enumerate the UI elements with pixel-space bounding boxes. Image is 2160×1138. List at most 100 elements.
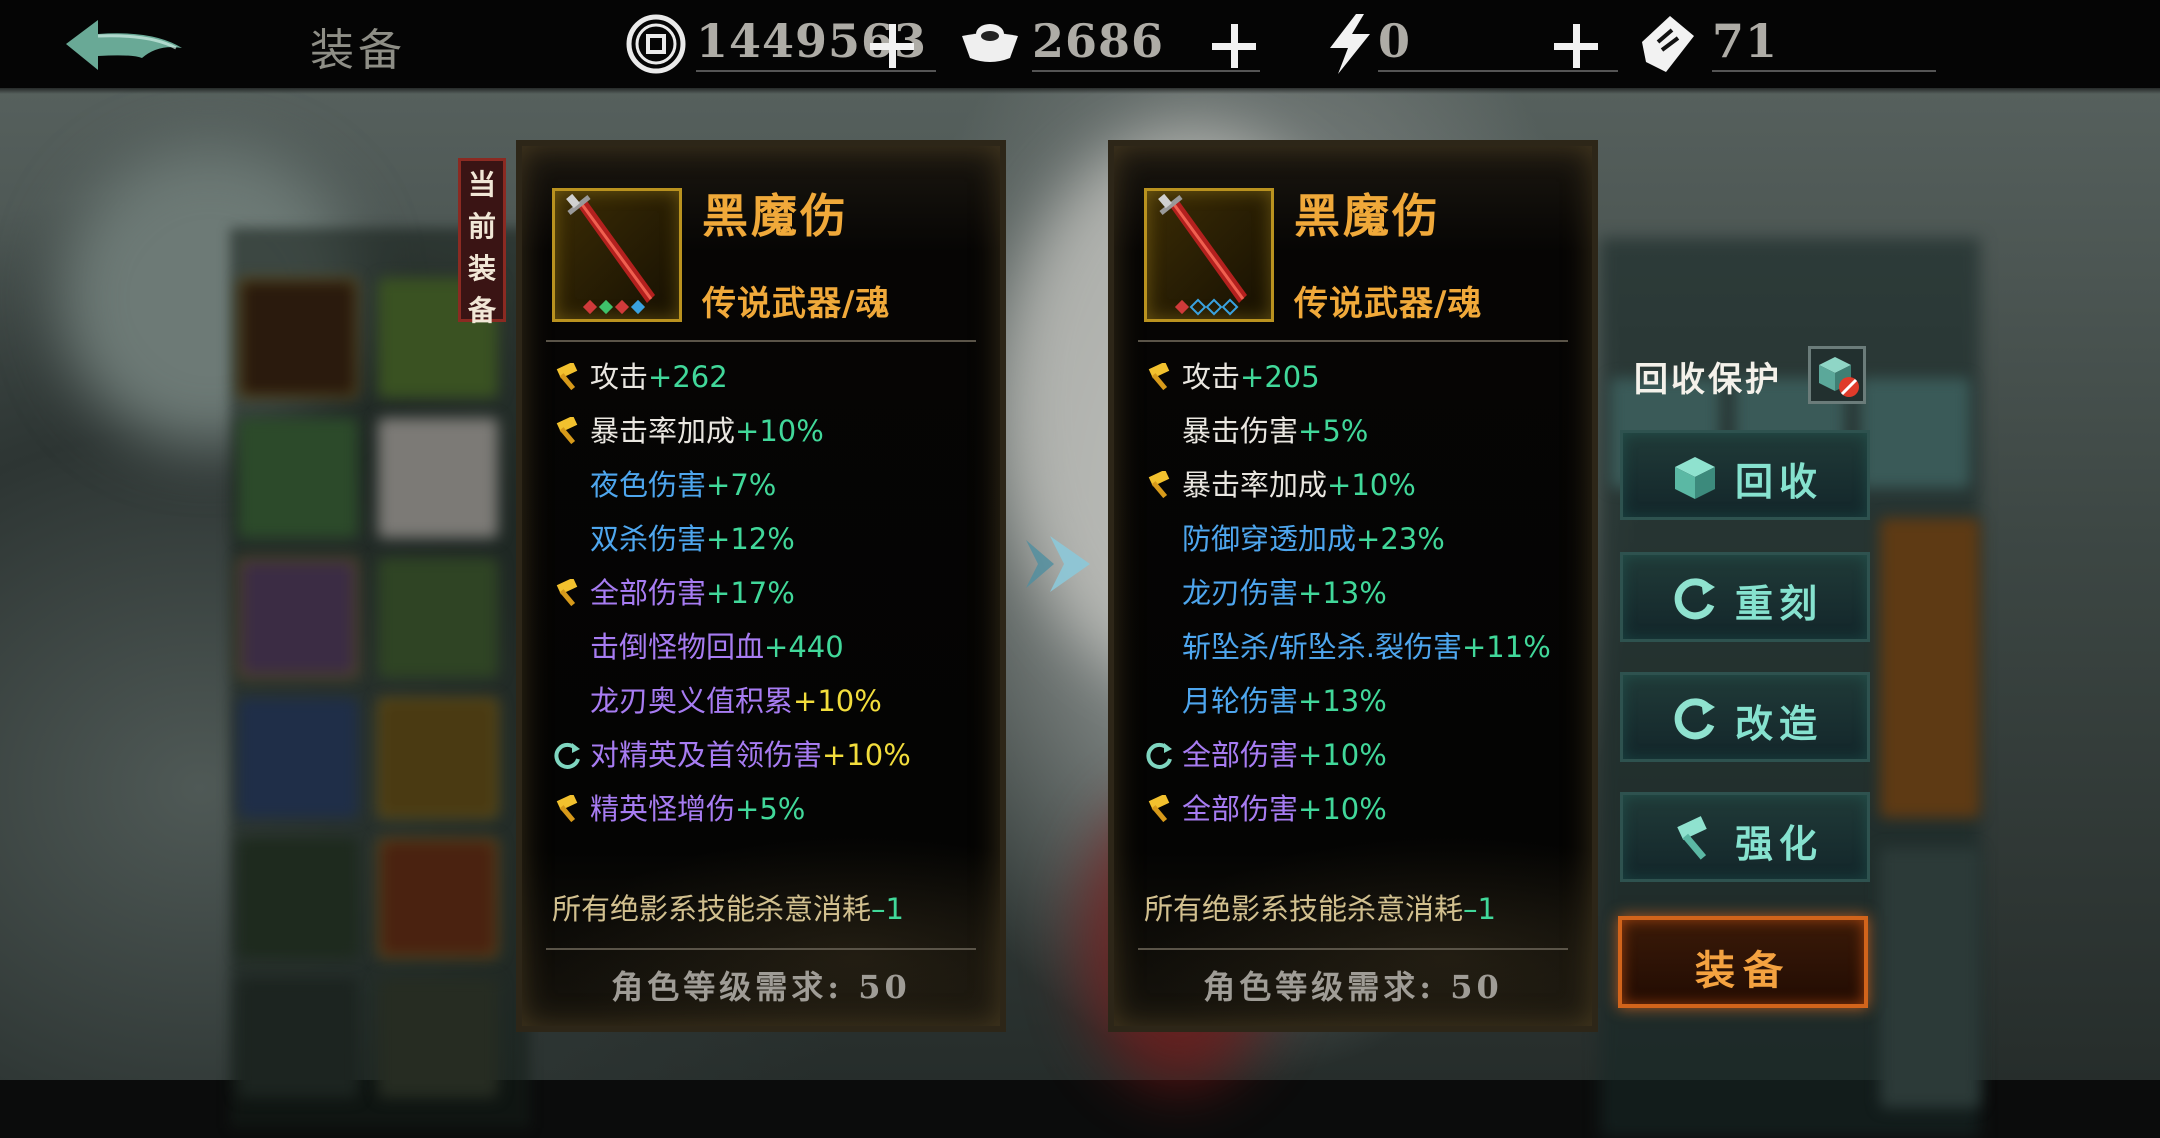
recycle-button[interactable]: 回收	[1620, 430, 1870, 520]
inventory-slot	[1880, 518, 1980, 818]
sword-icon	[1158, 193, 1247, 316]
divider	[546, 340, 976, 342]
refresh-icon	[554, 742, 580, 769]
top-bar: 装备 1449563 2686 0 71	[0, 0, 2160, 94]
stat-value: +10%	[1298, 792, 1387, 826]
stat-value: +10%	[1327, 468, 1416, 502]
stat-row: 对精英及首领伤害+10%	[552, 728, 992, 782]
refresh-icon	[1674, 698, 1715, 740]
stat-value: +10%	[735, 414, 824, 448]
item-icon-box[interactable]	[552, 188, 682, 322]
underline	[1032, 70, 1260, 72]
passive-value: –1	[871, 892, 904, 926]
item-type: 传说武器/魂	[1294, 284, 1483, 324]
inventory-slot	[238, 418, 358, 538]
tag-char: 当	[467, 168, 496, 201]
stat-label: 全部伤害	[590, 576, 707, 610]
add-energy-button[interactable]	[1554, 24, 1598, 68]
inventory-slot	[378, 558, 498, 678]
tag-char: 前	[467, 210, 496, 243]
stat-value: +205	[1240, 360, 1320, 394]
stat-row: 攻击+205	[1144, 350, 1584, 404]
add-silver-button[interactable]	[1212, 24, 1256, 68]
passive-effect: 所有绝影系技能杀意消耗–1	[1144, 886, 1496, 928]
stat-value: +17%	[706, 576, 795, 610]
ticket-amount: 71	[1712, 14, 1779, 68]
page-title: 装备	[310, 25, 406, 76]
inventory-slot	[1880, 848, 1980, 1108]
stat-value: +10%	[822, 738, 911, 772]
stat-label: 攻击	[590, 360, 649, 394]
current-equipment-tag: 当 前 装 备	[458, 158, 506, 327]
tag-char: 装	[467, 252, 496, 285]
stat-row: 夜色伤害+7%	[552, 458, 992, 512]
item-icon-box[interactable]	[1144, 188, 1274, 322]
inventory-slot	[238, 558, 358, 678]
stat-list: 攻击+205 暴击伤害+5% 暴击率加成+10% 防御穿透加成+23% 龙刃伤害…	[1144, 350, 1584, 836]
energy-amount: 0	[1378, 14, 1412, 68]
stat-label: 对精英及首领伤害	[590, 738, 823, 772]
passive-text: 所有绝影系技能杀意消耗	[552, 892, 872, 926]
divider	[546, 948, 976, 950]
enhance-label: 强化	[1735, 821, 1824, 866]
stat-row: 暴击率加成+10%	[1144, 458, 1584, 512]
inventory-slot	[378, 698, 498, 818]
compare-arrow-icon	[1026, 536, 1090, 592]
hammer-icon	[1148, 363, 1170, 391]
stat-value: +262	[648, 360, 728, 394]
passive-text: 所有绝影系技能杀意消耗	[1144, 892, 1464, 926]
stat-label: 暴击率加成	[590, 414, 736, 448]
enhance-button[interactable]: 强化	[1620, 792, 1870, 882]
passive-effect: 所有绝影系技能杀意消耗–1	[552, 886, 904, 928]
inventory-slot	[238, 838, 358, 958]
divider	[1138, 948, 1568, 950]
refresh-icon	[1674, 578, 1715, 620]
stat-label: 防御穿透加成	[1182, 522, 1357, 556]
stat-row: 击倒怪物回血+440	[552, 620, 992, 674]
stat-value: +5%	[1298, 414, 1369, 448]
stat-label: 夜色伤害	[590, 468, 707, 502]
coin-icon	[626, 14, 686, 74]
resource-ticket: 71	[1636, 8, 1936, 80]
reforge-label: 重刻	[1735, 581, 1824, 626]
stat-value: +7%	[706, 468, 777, 502]
stat-label: 攻击	[1182, 360, 1241, 394]
back-arrow-icon[interactable]	[58, 14, 188, 78]
passive-value: –1	[1463, 892, 1496, 926]
reforge-button[interactable]: 重刻	[1620, 552, 1870, 642]
divider	[1138, 340, 1568, 342]
resource-silver: 2686	[958, 8, 1260, 80]
resource-coin: 1449563	[624, 8, 936, 80]
stat-label: 全部伤害	[1182, 792, 1299, 826]
underline	[1378, 70, 1618, 72]
hammer-icon	[556, 363, 578, 391]
add-coin-button[interactable]	[870, 24, 914, 68]
stat-value: +5%	[735, 792, 806, 826]
item-type: 传说武器/魂	[702, 284, 891, 324]
stat-label: 斩坠杀/斩坠杀.裂伤害	[1182, 630, 1462, 664]
stat-value: +10%	[1298, 738, 1387, 772]
stat-value: +440	[764, 630, 844, 664]
equip-label: 装备	[1695, 947, 1791, 994]
stat-label: 暴击率加成	[1182, 468, 1328, 502]
stat-label: 精英怪增伤	[590, 792, 736, 826]
silver-amount: 2686	[1032, 14, 1165, 68]
stat-row: 龙刃伤害+13%	[1144, 566, 1584, 620]
stat-label: 击倒怪物回血	[590, 630, 765, 664]
stat-value: +23%	[1356, 522, 1445, 556]
stat-row: 斩坠杀/斩坠杀.裂伤害+11%	[1144, 620, 1584, 674]
stat-list: 攻击+262 暴击率加成+10% 夜色伤害+7% 双杀伤害+12% 全部伤害+1…	[552, 350, 992, 836]
level-requirement: 角色等级需求: 50	[611, 968, 911, 1006]
lightning-icon	[1330, 14, 1370, 74]
equip-button[interactable]: 装备	[1618, 916, 1868, 1008]
stat-row: 全部伤害+17%	[552, 566, 992, 620]
hammer-icon	[556, 795, 578, 823]
modify-button[interactable]: 改造	[1620, 672, 1870, 762]
compare-item-panel: 黑魔伤 传说武器/魂 攻击+205 暴击伤害+5% 暴击率加成+10% 防御穿透…	[1108, 140, 1598, 1032]
recycle-protect-toggle[interactable]	[1808, 346, 1866, 404]
stat-value: +10%	[793, 684, 882, 718]
level-requirement: 角色等级需求: 50	[1203, 968, 1503, 1006]
inventory-slot	[238, 978, 358, 1098]
inventory-slot	[378, 838, 498, 958]
item-name: 黑魔伤	[1294, 189, 1441, 243]
